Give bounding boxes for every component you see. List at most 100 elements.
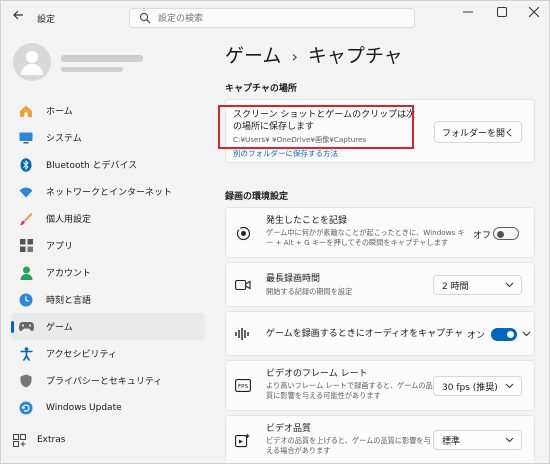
avatar — [13, 43, 51, 81]
select-value: 2 時間 — [442, 281, 469, 292]
minimize-button[interactable] — [457, 5, 479, 23]
capture-audio-toggle[interactable] — [491, 328, 517, 341]
update-icon — [18, 400, 34, 416]
row-title: ビデオのフレーム レート — [266, 369, 368, 379]
max-recording-length-select[interactable]: 2 時間 — [433, 275, 522, 295]
open-folder-button[interactable]: フォルダーを開く — [434, 121, 522, 143]
account-icon — [18, 265, 34, 281]
bluetooth-icon — [18, 157, 34, 173]
app-title: 設定 — [37, 15, 56, 25]
user-profile[interactable] — [11, 43, 201, 83]
breadcrumb: ゲーム › キャプチャ — [225, 41, 403, 68]
accessibility-icon — [18, 346, 34, 362]
extras-label: Extras — [37, 435, 66, 445]
sidebar-item-accounts[interactable]: アカウント — [11, 259, 205, 286]
sidebar: ホーム システム Bluetooth とデバイス ネットワークとインターネット … — [1, 33, 211, 463]
row-title: 最長録画時間 — [266, 274, 321, 284]
search-icon — [139, 12, 151, 24]
extras-item[interactable]: Extras — [11, 429, 65, 451]
fps-icon: FPS — [235, 377, 251, 393]
record-what-happened-row[interactable]: 発生したことを記録 ゲーム中に何かが素敵なことが起こったときに、Windows … — [225, 207, 535, 258]
frame-rate-select[interactable]: 30 fps (推奨) — [433, 376, 522, 396]
main-content: ゲーム › キャプチャ キャプチャの場所 スクリーン ショットとゲームのクリップは次… — [211, 33, 549, 463]
select-value: 30 fps (推奨) — [442, 382, 498, 393]
sidebar-item-label: アプリ — [46, 242, 74, 252]
capture-location-heading: キャプチャの場所 — [225, 84, 297, 94]
sidebar-item-network[interactable]: ネットワークとインターネット — [11, 178, 205, 205]
row-title: 発生したことを記録 — [266, 216, 348, 226]
sidebar-item-label: システム — [46, 134, 82, 144]
back-button[interactable] — [9, 9, 27, 27]
sidebar-item-label: 時刻と言語 — [46, 296, 92, 306]
sidebar-item-label: 個人用設定 — [46, 215, 92, 225]
sidebar-item-home[interactable]: ホーム — [11, 97, 205, 124]
sidebar-item-label: アカウント — [46, 269, 92, 279]
select-value: 標準 — [442, 436, 461, 447]
close-icon — [528, 6, 540, 18]
toggle-state-label: オン — [467, 331, 486, 341]
sidebar-item-personalization[interactable]: 個人用設定 — [11, 205, 205, 232]
chevron-down-icon — [505, 437, 514, 443]
video-quality-row[interactable]: ビデオ品質 ビデオの品質を上げると、ゲームの品質に影響を与える場合があります 標… — [225, 415, 535, 463]
monitor-icon — [18, 130, 34, 146]
wifi-icon — [18, 184, 34, 200]
brush-icon — [18, 211, 34, 227]
sidebar-item-windows-update[interactable]: Windows Update — [11, 394, 205, 421]
user-name-redacted — [61, 55, 143, 62]
recording-settings-heading: 録画の環境設定 — [225, 192, 289, 202]
search-box[interactable] — [129, 8, 415, 28]
toggle-state-label: オフ — [473, 231, 492, 241]
capture-audio-row[interactable]: ゲームを録画するときにオーディオをキャプチャ オン — [225, 311, 535, 356]
title-bar: 設定 — [1, 1, 549, 33]
chevron-down-icon — [505, 383, 514, 389]
row-description: 開始する記録の期間を設定 — [266, 287, 353, 296]
record-what-happened-toggle[interactable] — [493, 227, 519, 240]
row-description: ビデオの品質を上げると、ゲームの品質に影響を与える場合があります — [266, 436, 431, 455]
game-controller-icon — [18, 319, 34, 335]
maximize-button[interactable] — [491, 5, 513, 23]
annotation-highlight-box — [218, 105, 414, 149]
sidebar-item-apps[interactable]: アプリ — [11, 232, 205, 259]
globe-clock-icon — [18, 292, 34, 308]
svg-text:FPS: FPS — [238, 384, 248, 390]
breadcrumb-separator: › — [291, 47, 298, 66]
sidebar-item-accessibility[interactable]: アクセシビリティ — [11, 340, 205, 367]
sidebar-item-label: Bluetooth とデバイス — [46, 161, 138, 171]
user-icon — [21, 51, 43, 75]
record-icon — [235, 225, 251, 241]
maximize-icon — [497, 7, 507, 17]
extras-grid-icon — [11, 432, 27, 448]
sidebar-item-label: ネットワークとインターネット — [46, 188, 173, 198]
page-title: キャプチャ — [307, 45, 403, 67]
sidebar-item-label: ゲーム — [46, 323, 73, 333]
apps-icon — [18, 238, 34, 254]
settings-window: 設定 ホーム — [0, 0, 550, 464]
sidebar-item-system[interactable]: システム — [11, 124, 205, 151]
chevron-down-icon[interactable] — [522, 331, 531, 337]
search-input[interactable] — [158, 11, 408, 26]
row-title: ビデオ品質 — [266, 424, 312, 434]
video-frame-rate-row[interactable]: FPS ビデオのフレーム レート より高いフレーム レートで録画すると、ゲームの… — [225, 360, 535, 411]
sidebar-item-gaming[interactable]: ゲーム — [11, 313, 205, 340]
video-quality-icon — [235, 432, 251, 448]
back-arrow-icon — [13, 10, 23, 20]
user-email-redacted — [61, 67, 123, 72]
nav-list: ホーム システム Bluetooth とデバイス ネットワークとインターネット … — [11, 97, 205, 421]
row-description: ゲーム中に何かが素敵なことが起こったときに、Windows キー + Alt +… — [266, 228, 465, 247]
sidebar-item-label: プライバシーとセキュリティ — [46, 377, 163, 387]
shield-icon — [18, 373, 34, 389]
sidebar-item-time-language[interactable]: 時刻と言語 — [11, 286, 205, 313]
other-folder-link[interactable]: 別のフォルダーに保存する方法 — [233, 148, 338, 159]
breadcrumb-parent[interactable]: ゲーム — [225, 45, 281, 67]
audio-wave-icon — [235, 326, 251, 342]
video-quality-select[interactable]: 標準 — [433, 430, 522, 450]
minimize-icon — [463, 11, 473, 13]
home-icon — [18, 103, 34, 119]
sidebar-item-label: Windows Update — [46, 402, 122, 413]
video-camera-icon — [235, 277, 251, 293]
sidebar-item-bluetooth[interactable]: Bluetooth とデバイス — [11, 151, 205, 178]
max-recording-length-row[interactable]: 最長録画時間 開始する記録の期間を設定 2 時間 — [225, 262, 535, 307]
close-button[interactable] — [523, 5, 545, 23]
sidebar-item-privacy[interactable]: プライバシーとセキュリティ — [11, 367, 205, 394]
sidebar-item-label: ホーム — [46, 107, 73, 117]
